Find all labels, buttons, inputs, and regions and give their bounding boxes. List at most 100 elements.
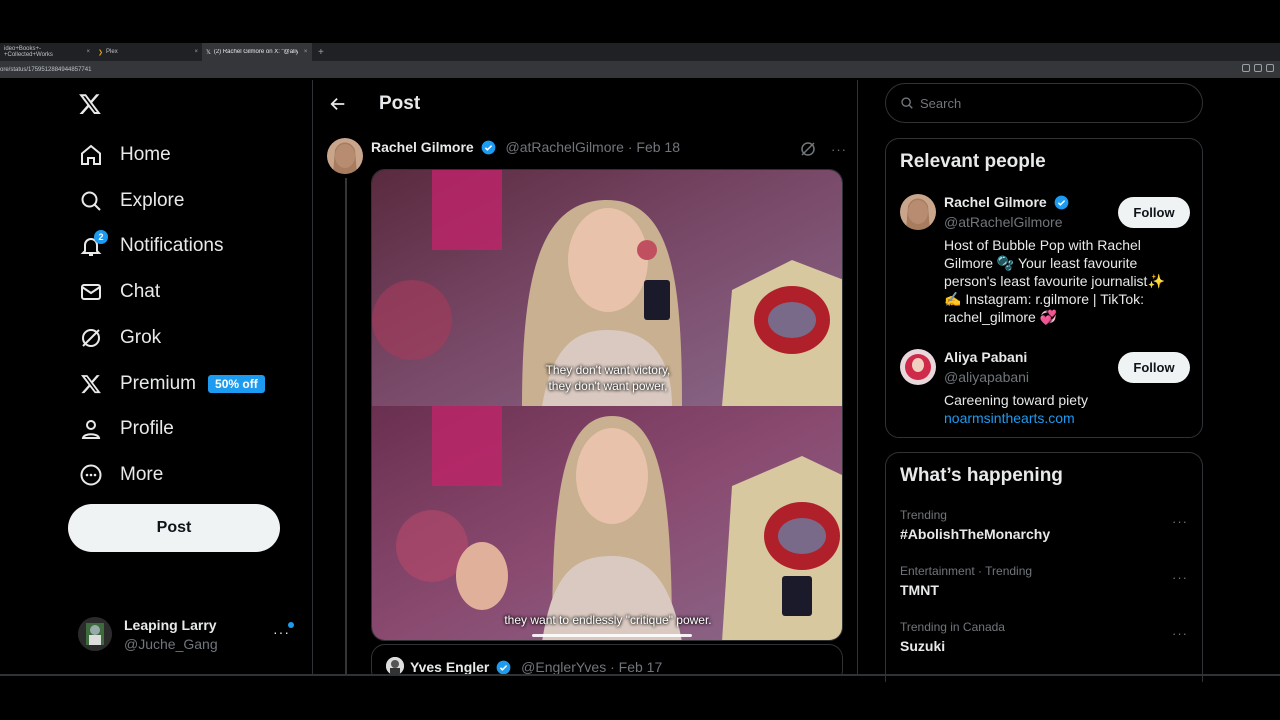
trend-meta: Trending in Canada [900,620,1005,634]
nav-label: Chat [120,281,161,302]
relevant-people-panel: Relevant people Rachel Gilmore @atRachel… [885,138,1203,438]
quote-author: Yves Engler @EnglerYves · Feb 17 [410,659,663,674]
zoom-icon[interactable] [1266,64,1274,72]
nav-label: Grok [120,327,162,348]
nav-label: Home [120,144,171,165]
thread-line [345,178,347,674]
trend-item[interactable]: Trending #AbolishTheMonarchy ··· [900,508,1190,548]
nav-more[interactable]: More [78,460,163,490]
person-icon [78,416,104,442]
nav-premium[interactable]: Premium 50% off [78,369,265,399]
close-icon[interactable]: × [86,49,90,55]
address-bar[interactable]: ore/status/1759512884944857741 [0,61,1280,78]
trend-name: Suzuki [900,638,946,654]
person-name: Aliya Pabani [944,349,1028,365]
nav-label: Profile [120,418,174,439]
trend-meta: Trending [900,508,947,522]
tweet-media[interactable]: They don't want victory, they don't want… [371,169,843,641]
more-icon[interactable]: ··· [273,624,290,640]
follow-button[interactable]: Follow [1118,352,1190,383]
nav-label: Explore [120,190,185,211]
search-input[interactable]: Search [885,83,1203,123]
account-name: Leaping Larry [124,616,217,633]
envelope-icon [78,279,104,305]
back-arrow-icon[interactable] [329,95,347,113]
trend-item[interactable]: Entertainment · Trending TMNT ··· [900,564,1190,604]
avatar[interactable] [900,349,936,385]
nav-home[interactable]: Home [78,140,171,170]
tab-title: (2) Rachel Gilmore on X: "@aliyap [213,49,298,55]
browser-tab[interactable]: ideo+Books+-+Collected+Works × [0,43,94,61]
author-name: Rachel Gilmore [371,139,474,155]
address-bar-icons [1242,64,1274,72]
author-handle: @atRachelGilmore · Feb 18 [505,139,680,155]
search-placeholder: Search [920,95,962,111]
browser-tab[interactable]: ❯ Plex × [94,43,202,61]
avatar[interactable] [900,194,936,230]
trend-name: TMNT [900,582,939,598]
follow-button[interactable]: Follow [1118,197,1190,228]
nav-chat[interactable]: Chat [78,277,160,307]
search-icon [901,97,913,109]
person-name: Rachel Gilmore [944,194,1069,210]
new-tab-button[interactable]: + [318,47,324,58]
nav-label: Notifications [120,235,224,256]
browser-tab-active[interactable]: 𝕏 (2) Rachel Gilmore on X: "@aliyap × [202,43,312,61]
search-icon [78,188,104,214]
video-caption: They don't want victory, they don't want… [545,363,671,393]
tab-title: Plex [106,49,118,55]
account-handle: @Juche_Gang [124,635,218,652]
window-bottom-edge [0,674,1280,676]
panel-title: What’s happening [900,465,1063,486]
quoted-tweet[interactable]: Yves Engler @EnglerYves · Feb 17 [371,644,843,674]
notification-count-badge: 2 [94,230,108,244]
more-icon[interactable]: ··· [831,142,847,157]
person-bio: Careening toward piety noarmsinthearts.c… [944,391,1182,427]
grok-icon[interactable] [799,140,817,158]
close-icon[interactable]: × [304,49,308,55]
bio-link[interactable]: noarmsinthearts.com [944,409,1182,427]
nav-grok[interactable]: Grok [78,323,161,353]
person-bio: Host of Bubble Pop with Rachel Gilmore 🫧… [944,237,1165,325]
url-text: ore/status/1759512884944857741 [0,66,92,73]
more-icon[interactable]: ··· [1172,514,1188,529]
x-logo-icon[interactable] [78,92,104,118]
more-icon[interactable]: ··· [1172,626,1188,641]
premium-discount-badge: 50% off [208,375,265,393]
video-frame-top: They don't want victory, they don't want… [372,170,842,406]
home-icon [78,142,104,168]
trend-item[interactable]: Trending in Canada Suzuki ··· [900,620,1190,660]
nav-profile[interactable]: Profile [78,414,174,444]
left-sidebar: Home Explore 2 Notifications Chat Grok P… [66,80,312,674]
nav-notifications[interactable]: 2 Notifications [78,230,224,261]
person-handle: @aliyapabani [944,369,1030,385]
extension-icon[interactable] [1242,64,1250,72]
verified-badge-icon [496,660,511,674]
close-icon[interactable]: × [194,49,198,55]
more-icon[interactable]: ··· [1172,570,1188,585]
avatar[interactable] [327,138,363,174]
video-caption: they want to endlessly "critique" power. [504,613,712,627]
nav-label: More [120,464,164,485]
browser-tab-strip: ideo+Books+-+Collected+Works × ❯ Plex × … [0,43,1280,61]
x-logo-icon [78,371,104,397]
person-handle: @atRachelGilmore [944,214,1063,230]
tab-title: ideo+Books+-+Collected+Works [4,46,53,58]
person-card[interactable]: Rachel Gilmore @atRachelGilmore Follow H… [900,194,1190,334]
verified-badge-icon [1054,195,1068,210]
bookmark-icon[interactable] [1254,64,1262,72]
whats-happening-panel: What’s happening Trending #AbolishTheMon… [885,452,1203,682]
plex-icon: ❯ [98,49,104,56]
tweet-author[interactable]: Rachel Gilmore @atRachelGilmore · Feb 18 [371,139,680,155]
page-title: Post [379,93,421,114]
quote-handle: @EnglerYves · Feb 17 [521,659,663,674]
account-switcher[interactable]: Leaping Larry @Juche_Gang ··· [78,612,300,656]
nav-explore[interactable]: Explore [78,186,184,216]
trend-meta: Entertainment · Trending [900,564,1033,578]
avatar [386,657,404,674]
post-button[interactable]: Post [68,504,280,552]
verified-badge-icon [481,140,495,155]
video-frame-bottom: they want to endlessly "critique" power. [372,406,842,640]
grok-icon [78,325,104,351]
person-card[interactable]: Aliya Pabani @aliyapabani Follow Careeni… [900,349,1190,429]
